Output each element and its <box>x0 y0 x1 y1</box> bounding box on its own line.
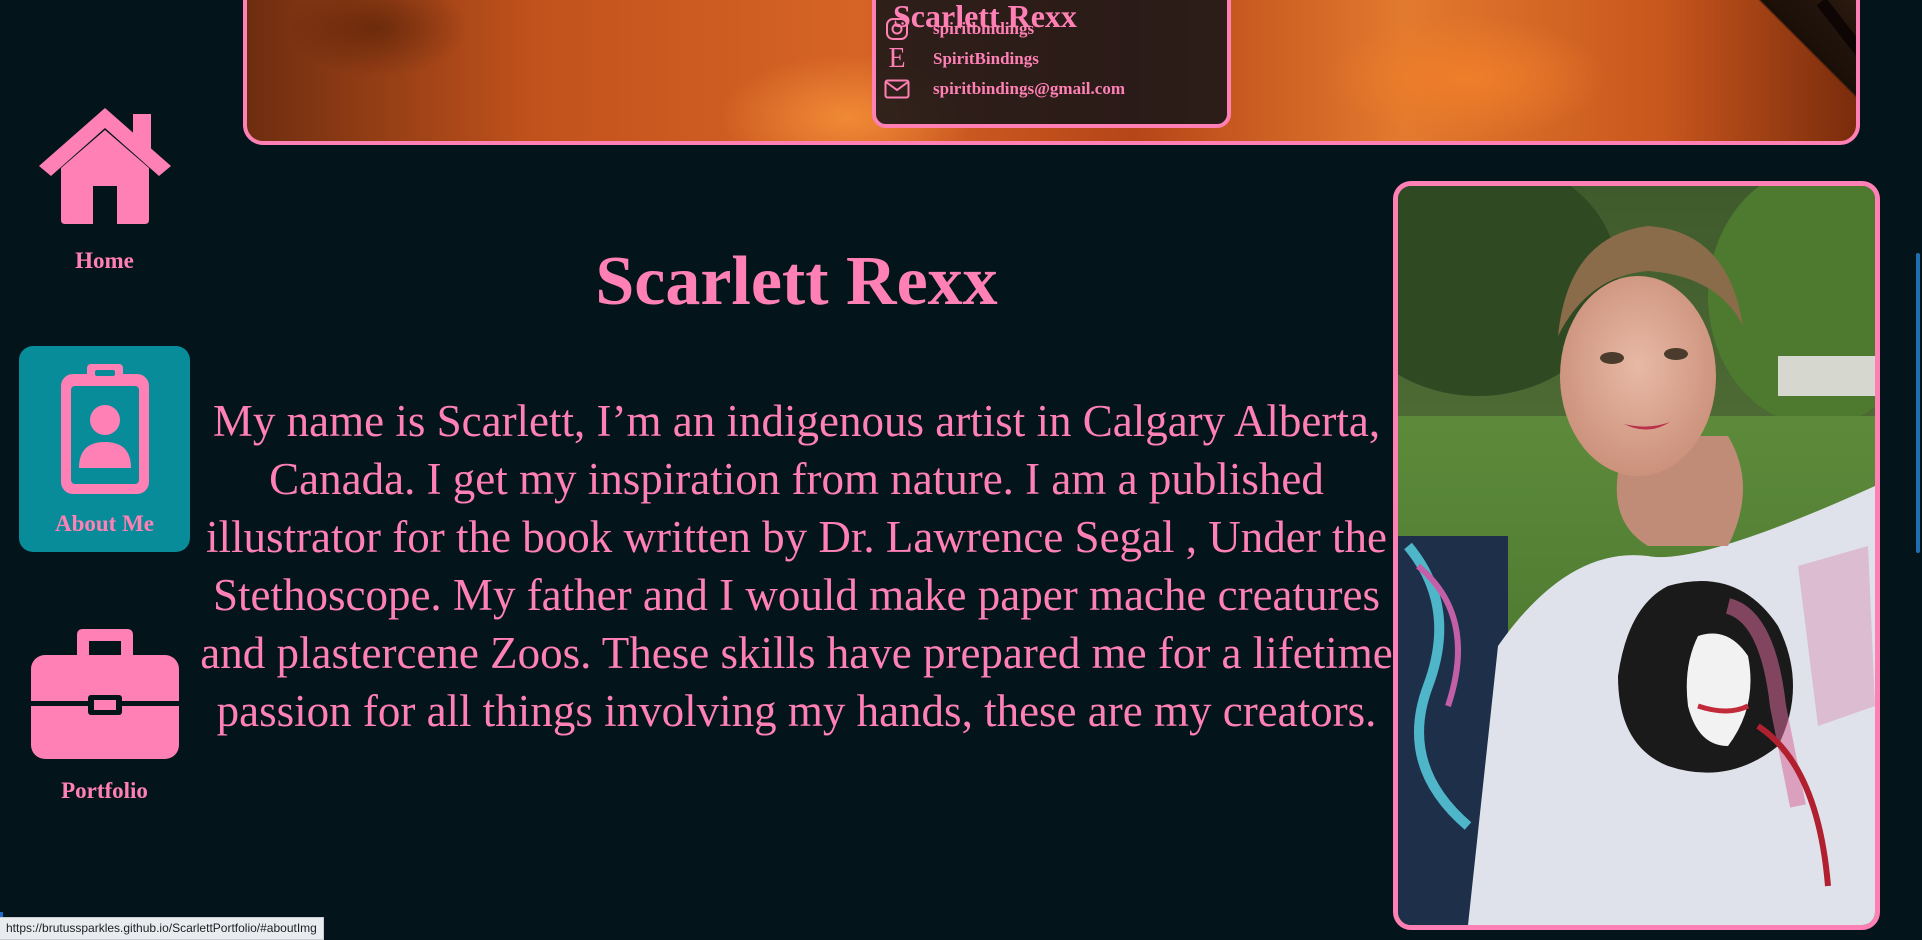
status-bar-url: https://brutussparkles.github.io/Scarlet… <box>0 917 324 940</box>
envelope-icon <box>882 75 912 103</box>
contact-card: Scarlett Rexx spiritbindings E SpiritBin… <box>872 0 1231 128</box>
nav-portfolio-label: Portfolio <box>61 778 148 803</box>
instagram-icon <box>882 15 912 43</box>
page-scrollbar[interactable] <box>1916 253 1920 553</box>
page-title: Scarlett Rexx <box>595 243 998 320</box>
nav-about-me-label: About Me <box>54 511 155 536</box>
id-badge-icon <box>57 362 153 501</box>
briefcase-icon <box>29 627 181 766</box>
etsy-link[interactable]: E SpiritBindings <box>882 43 1039 74</box>
home-icon <box>31 104 179 229</box>
etsy-icon: E <box>888 43 906 74</box>
instagram-handle: spiritbindings <box>933 19 1035 38</box>
banner-shadow <box>1676 0 1856 141</box>
nav-home-label: Home <box>75 248 134 273</box>
etsy-shop-name: SpiritBindings <box>933 49 1039 68</box>
bio-paragraph: My name is Scarlett, I’m an indigenous a… <box>200 396 1393 736</box>
portrait-photo <box>1393 181 1880 930</box>
nav-about-me[interactable]: About Me <box>19 346 190 552</box>
email-address: spiritbindings@gmail.com <box>933 79 1125 98</box>
email-link[interactable]: spiritbindings@gmail.com <box>882 75 1125 103</box>
instagram-link[interactable]: spiritbindings <box>882 15 1034 43</box>
nav-home[interactable]: Home <box>19 104 190 284</box>
nav-portfolio[interactable]: Portfolio <box>19 627 190 807</box>
